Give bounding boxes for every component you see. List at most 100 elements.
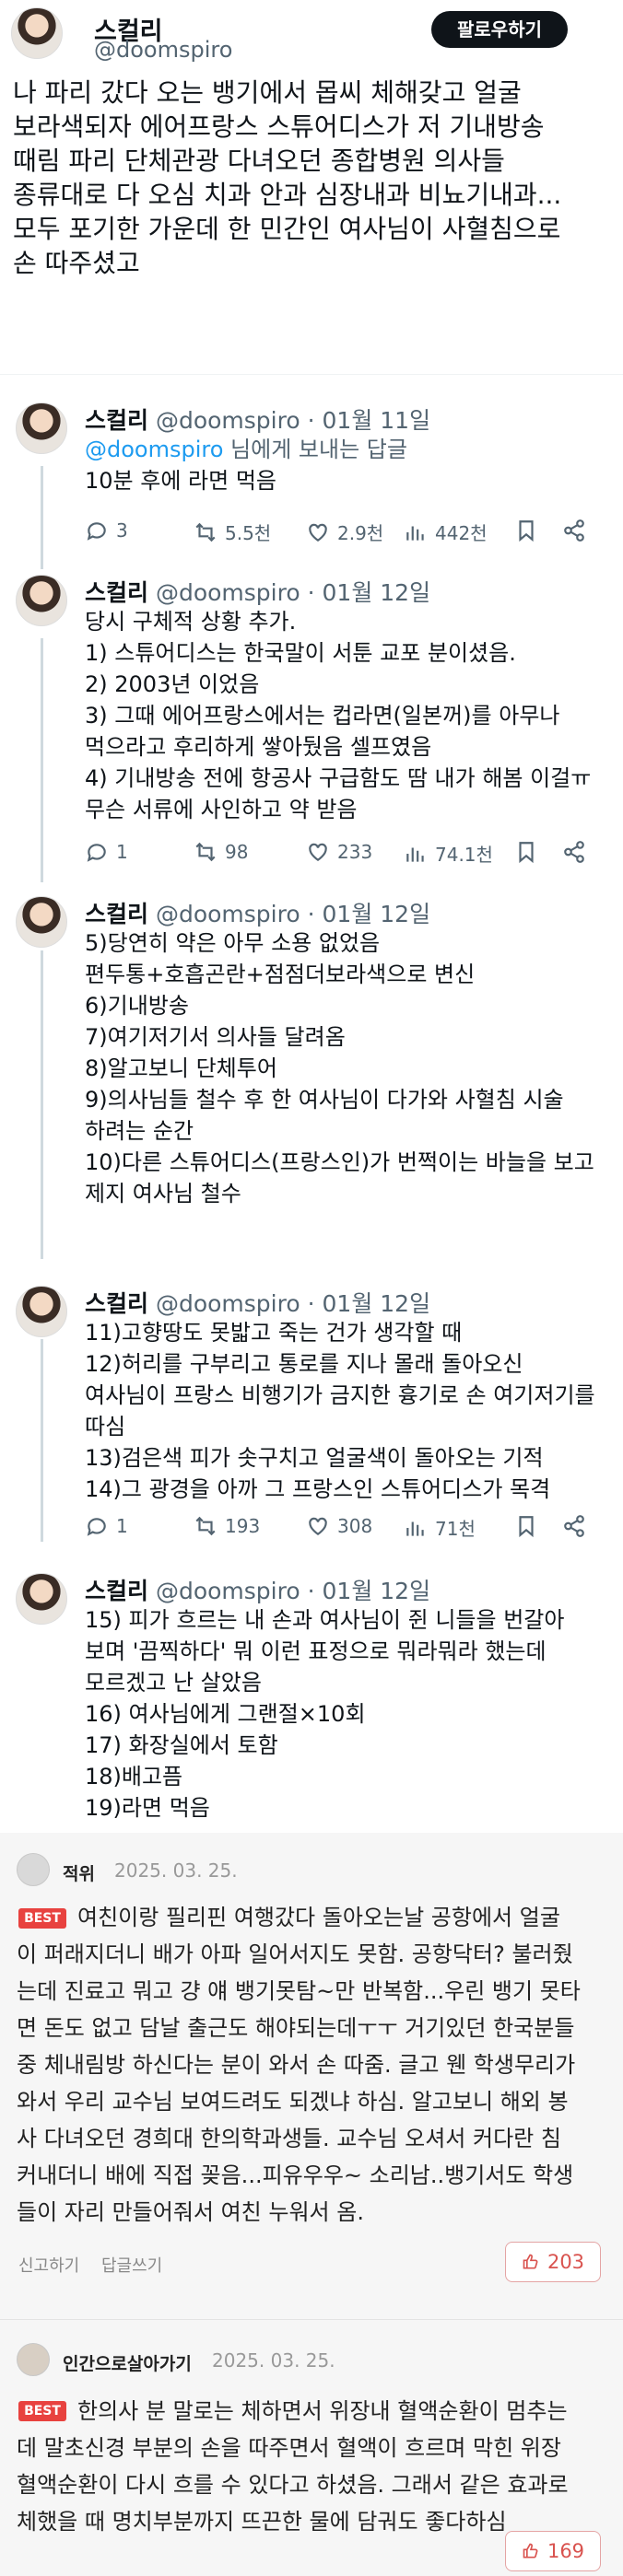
reply-icon: [87, 522, 106, 541]
reply-link[interactable]: 답글쓰기: [101, 2256, 162, 2276]
avatar[interactable]: [16, 1286, 67, 1337]
author-name[interactable]: 스컬리: [85, 1578, 148, 1604]
like-count: 2.9천: [337, 522, 384, 544]
tweet-date[interactable]: · 01월 12일: [308, 1578, 430, 1604]
heart-icon: [309, 843, 327, 861]
like-action[interactable]: 2.9천: [306, 519, 383, 545]
author-handle[interactable]: @doomspiro: [156, 579, 300, 606]
thumbs-up-icon: [523, 2543, 538, 2559]
retweet-count: 193: [225, 1515, 261, 1537]
action-bar: 3 5.5천 2.9천 442천: [85, 519, 601, 546]
author-handle[interactable]: @doomspiro: [156, 1578, 300, 1604]
reply-icon: [87, 1518, 106, 1536]
commenter-name[interactable]: 적위: [63, 1860, 95, 1885]
divider: [0, 2319, 623, 2320]
reply-count: 1: [116, 841, 128, 863]
views-action[interactable]: 74.1천: [404, 840, 493, 867]
share-action[interactable]: [562, 519, 586, 542]
commenter-name[interactable]: 인간으로살아가기: [63, 2350, 192, 2375]
author-name[interactable]: 스컬리: [85, 579, 148, 606]
views-action[interactable]: 71천: [404, 1514, 476, 1541]
reply-tweet: 스컬리 @doomspiro · 01월 12일 5)당연히 약은 아무 소용 …: [0, 896, 623, 1218]
views-icon: [406, 526, 424, 541]
like-action[interactable]: 308: [306, 1514, 372, 1538]
retweet-icon: [195, 1516, 216, 1536]
retweet-icon: [195, 522, 216, 542]
bookmark-action[interactable]: [514, 840, 538, 864]
reply-body: @doomspiro 님에게 보내는 답글 10분 후에 라면 먹음: [85, 434, 619, 496]
author-handle[interactable]: @doomspiro: [156, 901, 300, 927]
author-name[interactable]: 스컬리: [85, 901, 148, 927]
comment: 적위 2025. 03. 25. BEST 여친이랑 필리핀 여행갔다 돌아오는…: [0, 1833, 623, 2312]
reply-header: 스컬리 @doomspiro · 01월 12일: [85, 1573, 430, 1606]
avatar[interactable]: [16, 575, 67, 626]
reply-header: 스컬리 @doomspiro · 01월 11일: [85, 402, 430, 436]
reply-tweet: 스컬리 @doomspiro · 01월 12일 당시 구체적 상황 추가. 1…: [0, 575, 623, 869]
reply-header: 스컬리 @doomspiro · 01월 12일: [85, 1286, 430, 1319]
comment-like-button[interactable]: 203: [505, 2242, 601, 2282]
reply-action[interactable]: 1: [85, 840, 128, 864]
commenter-avatar[interactable]: [17, 2343, 50, 2376]
author-handle[interactable]: @doomspiro: [156, 1290, 300, 1317]
commenter-avatar[interactable]: [17, 1853, 50, 1886]
comment-footer: 신고하기 답글쓰기: [18, 2253, 179, 2277]
main-tweet: 스컬리 @doomspiro 팔로우하기 나 파리 갔다 오는 뱅기에서 몹씨 …: [0, 0, 623, 368]
share-icon: [564, 519, 584, 542]
tweet-date[interactable]: · 01월 12일: [308, 901, 430, 927]
reply-tweet: 스컬리 @doomspiro · 01월 11일 @doomspiro 님에게 …: [0, 402, 623, 550]
views-icon: [406, 847, 424, 862]
share-action[interactable]: [562, 1514, 586, 1538]
reply-header: 스컬리 @doomspiro · 01월 12일: [85, 896, 430, 929]
tweet-text: 15) 피가 흐르는 내 손과 여사님이 쥔 니들을 번갈아 보며 '끔찍하다'…: [85, 1607, 565, 1821]
share-icon: [564, 1515, 584, 1537]
retweet-action[interactable]: 5.5천: [194, 519, 271, 545]
bookmark-action[interactable]: [514, 519, 538, 542]
retweet-count: 98: [225, 841, 249, 863]
action-bar: 1 193 308 71천: [85, 1514, 601, 1542]
tweet-text: 10분 후에 라면 먹음: [85, 468, 276, 494]
reply-count: 3: [116, 519, 128, 542]
share-action[interactable]: [562, 840, 586, 864]
reply-header: 스컬리 @doomspiro · 01월 12일: [85, 575, 430, 608]
divider: [0, 374, 623, 375]
bookmark-icon: [519, 520, 534, 542]
view-count: 74.1천: [435, 844, 493, 866]
tweet-date[interactable]: · 01월 12일: [308, 1290, 430, 1317]
reply-action[interactable]: 1: [85, 1514, 128, 1538]
reply-tweet: 스컬리 @doomspiro · 01월 12일 11)고향땅도 못밟고 죽는 …: [0, 1286, 623, 1544]
comment-like-count: 203: [547, 2251, 585, 2273]
share-icon: [564, 841, 584, 863]
comment-text: 여친이랑 필리핀 여행갔다 돌아오는날 공항에서 얼굴 이 퍼래지더니 배가 아…: [17, 1905, 581, 2225]
author-name[interactable]: 스컬리: [85, 1290, 148, 1317]
comment-date: 2025. 03. 25.: [114, 1859, 238, 1882]
author-name[interactable]: 스컬리: [85, 407, 148, 434]
view-count: 71천: [435, 1518, 476, 1540]
retweet-count: 5.5천: [225, 522, 272, 544]
report-link[interactable]: 신고하기: [18, 2256, 79, 2276]
retweet-action[interactable]: 98: [194, 840, 248, 864]
bookmark-action[interactable]: [514, 1514, 538, 1538]
comment-text: 한의사 분 말로는 체하면서 위장내 혈액순환이 멈추는 데 말초신경 부분의 …: [17, 2398, 569, 2535]
view-count: 442천: [435, 522, 488, 544]
author-handle[interactable]: @doomspiro: [94, 37, 232, 63]
avatar[interactable]: [16, 1573, 67, 1625]
retweet-icon: [195, 842, 216, 862]
bookmark-icon: [519, 842, 534, 864]
author-handle[interactable]: @doomspiro: [156, 407, 300, 434]
retweet-action[interactable]: 193: [194, 1514, 260, 1538]
reply-icon: [87, 844, 106, 862]
follow-button[interactable]: 팔로우하기: [431, 11, 568, 48]
comment-like-count: 169: [547, 2540, 585, 2562]
reply-action[interactable]: 3: [85, 519, 128, 542]
avatar[interactable]: [11, 7, 63, 59]
like-action[interactable]: 233: [306, 840, 372, 864]
tweet-date[interactable]: · 01월 11일: [308, 407, 430, 434]
tweet-text: 나 파리 갔다 오는 뱅기에서 몹씨 체해갖고 얼굴 보라색되자 에어프랑스 스…: [13, 77, 562, 278]
replying-mention[interactable]: @doomspiro: [85, 437, 223, 462]
tweet-text: 11)고향땅도 못밟고 죽는 건가 생각할 때 12)허리를 구부리고 통로를 …: [85, 1320, 595, 1502]
avatar[interactable]: [16, 896, 67, 948]
views-action[interactable]: 442천: [404, 519, 488, 545]
avatar[interactable]: [16, 402, 67, 454]
tweet-date[interactable]: · 01월 12일: [308, 579, 430, 606]
comment-like-button[interactable]: 169: [505, 2531, 601, 2571]
